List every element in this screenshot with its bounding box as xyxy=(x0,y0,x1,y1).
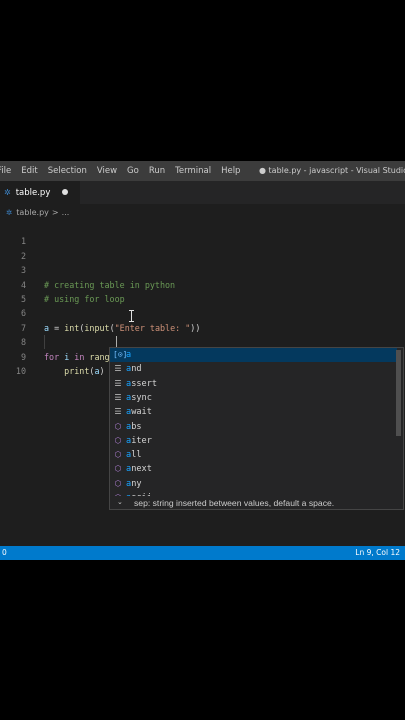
menu-bar: File Edit Selection View Go Run Terminal… xyxy=(0,161,405,181)
function-cube-icon: ⬡ xyxy=(114,478,122,488)
suggest-label: aiter xyxy=(126,435,152,446)
keyword-icon: ☰ xyxy=(114,364,122,374)
suggest-label: abs xyxy=(126,421,142,432)
keyword-icon: ☰ xyxy=(114,407,122,417)
code-line: 1 xyxy=(0,220,405,246)
function-cube-icon: ⬡ xyxy=(114,435,122,445)
mouse-ibeam-cursor xyxy=(131,310,132,321)
code-line: 4 # using for loop xyxy=(0,263,405,304)
line-number: 10 xyxy=(15,366,26,376)
unsaved-dot-icon[interactable] xyxy=(62,189,68,195)
variable-icon: [⊙] xyxy=(113,350,128,359)
tab-table-py[interactable]: ✲ table.py xyxy=(0,181,80,204)
keyword-icon: ☰ xyxy=(114,378,122,388)
window-title: ● table.py - javascript - Visual Studio … xyxy=(259,166,405,175)
tab-bar: ✲ table.py xyxy=(0,181,405,204)
suggest-item[interactable]: ⬡ aiter xyxy=(110,434,397,448)
breadcrumb: ✲ table.py > ... xyxy=(0,204,405,220)
code-line: 8 for i in range(1,11): xyxy=(0,321,405,361)
python-file-icon: ✲ xyxy=(6,207,13,217)
breadcrumb-more[interactable]: ... xyxy=(62,208,70,217)
suggest-item[interactable]: ☰ and xyxy=(110,362,397,376)
mouse-ibeam-cursor xyxy=(129,321,134,322)
suggest-label: all xyxy=(126,450,142,461)
code-line: 3 # creating table in python xyxy=(0,249,405,289)
suggest-detail-text: sep: string inserted between values, def… xyxy=(134,498,335,508)
suggest-label: any xyxy=(126,478,142,489)
video-letterbox-top xyxy=(0,0,405,161)
suggest-item[interactable]: ⬡ anext xyxy=(110,462,397,476)
suggest-item[interactable]: ⬡ any xyxy=(110,477,397,491)
suggest-item[interactable]: ☰ await xyxy=(110,405,397,419)
suggest-widget[interactable]: [⊙] a ☰ and ☰ assert ☰ async ☰ await ⬡ a… xyxy=(109,347,404,510)
breadcrumb-file[interactable]: table.py xyxy=(16,208,49,217)
status-bar: 0 Ln 9, Col 12 xyxy=(0,546,405,560)
menu-file[interactable]: File xyxy=(0,161,16,181)
status-problems[interactable]: 0 xyxy=(2,546,7,560)
suggest-label: and xyxy=(126,364,142,375)
menu-help[interactable]: Help xyxy=(216,161,245,181)
python-file-icon: ✲ xyxy=(4,188,11,197)
suggest-item[interactable]: ☰ assert xyxy=(110,377,397,391)
function-cube-icon: ⬡ xyxy=(114,464,122,474)
suggest-detail: ⌄ sep: string inserted between values, d… xyxy=(110,496,403,509)
mouse-ibeam-cursor xyxy=(129,310,134,311)
menu-run[interactable]: Run xyxy=(144,161,170,181)
menu-selection[interactable]: Selection xyxy=(43,161,92,181)
code-line: 6 a = int(input("Enter table: ")) xyxy=(0,292,405,332)
tab-label: table.py xyxy=(15,187,51,198)
menu-go[interactable]: Go xyxy=(122,161,144,181)
vscode-window: File Edit Selection View Go Run Terminal… xyxy=(0,161,405,560)
code-text: print(a) xyxy=(64,366,105,376)
code-line: 7 xyxy=(0,306,405,333)
function-cube-icon: ⬡ xyxy=(114,450,122,460)
suggest-label: anext xyxy=(126,464,152,475)
suggest-scrollbar[interactable] xyxy=(396,350,401,436)
function-cube-icon: ⬡ xyxy=(114,421,122,431)
suggest-item[interactable]: ⬡ all xyxy=(110,448,397,462)
suggest-label: async xyxy=(126,392,152,403)
menu-view[interactable]: View xyxy=(92,161,122,181)
menu-edit[interactable]: Edit xyxy=(16,161,42,181)
keyword-icon: ☰ xyxy=(114,392,122,402)
chevron-down-icon[interactable]: ⌄ xyxy=(117,496,123,509)
indent-guide xyxy=(44,335,45,349)
suggest-label: await xyxy=(126,407,152,418)
video-letterbox-bottom xyxy=(0,560,405,720)
suggest-item[interactable]: [⊙] a xyxy=(110,348,397,363)
breadcrumb-separator: > xyxy=(51,207,59,217)
suggest-label: assert xyxy=(126,378,158,389)
menu-terminal[interactable]: Terminal xyxy=(170,161,216,181)
status-cursor-position[interactable]: Ln 9, Col 12 xyxy=(355,546,400,560)
suggest-item[interactable]: ☰ async xyxy=(110,391,397,405)
suggest-label: a xyxy=(126,350,132,360)
code-line: 2 xyxy=(0,234,405,261)
suggest-item[interactable]: ⬡ abs xyxy=(110,420,397,434)
code-line: 5 xyxy=(0,278,405,304)
